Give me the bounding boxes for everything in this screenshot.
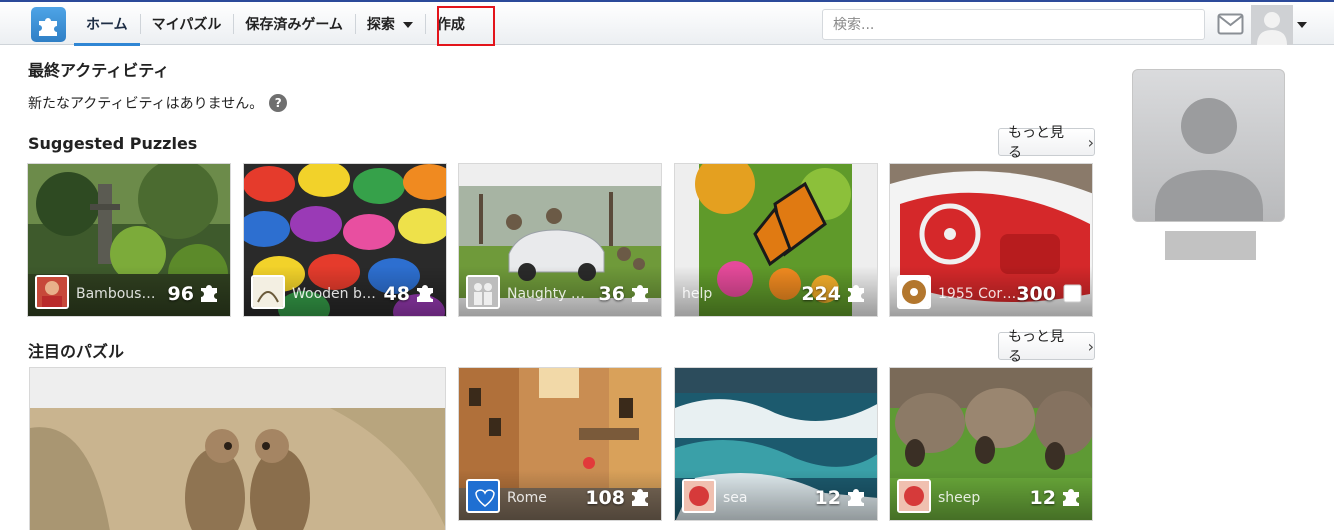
puzzle-piece-icon <box>632 285 648 302</box>
suggested-more-button[interactable]: もっと見る › <box>998 125 1095 161</box>
puzzle-piece-icon <box>848 489 864 506</box>
featured-large-card[interactable] <box>29 367 446 530</box>
piece-count: 224 <box>801 283 841 305</box>
piece-count: 12 <box>814 487 841 509</box>
recent-activity-title: 最終アクティビティ <box>28 61 170 80</box>
puzzle-piece-icon <box>1063 489 1079 506</box>
puzzle-card[interactable]: Bambouseraie 96 <box>27 163 231 317</box>
profile-name-placeholder <box>1165 231 1256 260</box>
puzzle-piece-icon <box>417 285 433 302</box>
more-button-label: もっと見る <box>1008 125 1064 161</box>
more-button-label: もっと見る <box>1008 329 1064 365</box>
nav-explore[interactable]: 探索 <box>354 2 425 45</box>
search-input[interactable] <box>822 9 1205 40</box>
puzzle-name: Naughty monkeys <box>507 286 591 302</box>
main-nav: ホーム マイパズル 保存済みゲーム 探索 作成 <box>74 2 477 46</box>
puzzle-name: Wooden beads <box>292 286 376 302</box>
puzzle-name: sheep <box>938 490 981 506</box>
puzzle-name: Bambouseraie <box>76 286 160 302</box>
featured-more-button[interactable]: もっと見る › <box>998 329 1095 365</box>
puzzle-card[interactable]: Naughty monkeys 36 <box>458 163 662 317</box>
help-icon[interactable]: ? <box>269 94 288 112</box>
puzzle-card[interactable]: help 224 <box>674 163 878 317</box>
chevron-right-icon: › <box>1087 132 1094 152</box>
puzzle-piece-icon <box>201 285 217 302</box>
puzzle-card[interactable]: sheep 12 <box>889 367 1093 521</box>
puzzle-logo-icon[interactable] <box>31 7 66 42</box>
square-piece-icon <box>1063 284 1082 303</box>
envelope-icon[interactable] <box>1217 13 1244 35</box>
creator-avatar[interactable] <box>466 479 500 513</box>
puzzle-name: 1955 Corvette <box>938 286 1022 302</box>
featured-puzzles-title: 注目のパズル <box>28 342 125 361</box>
creator-avatar[interactable] <box>466 275 500 309</box>
chevron-right-icon: › <box>1087 336 1094 356</box>
puzzle-name: sea <box>723 490 748 506</box>
chevron-down-icon <box>402 21 413 28</box>
empty-activity-text: 新たなアクティビティはありません。 <box>28 96 264 112</box>
suggested-puzzles-title: Suggested Puzzles <box>28 134 198 153</box>
profile-avatar-icon[interactable] <box>1132 69 1285 222</box>
nav-my-puzzles[interactable]: マイパズル <box>139 2 234 45</box>
creator-avatar[interactable] <box>682 479 716 513</box>
piece-count: 12 <box>1029 487 1056 509</box>
piece-count: 36 <box>598 283 625 305</box>
creator-avatar[interactable] <box>897 275 931 309</box>
puzzle-piece-icon <box>632 489 648 506</box>
puzzle-name: Rome <box>507 490 547 506</box>
create-highlight-box <box>437 6 495 46</box>
creator-avatar[interactable] <box>897 479 931 513</box>
puzzle-image <box>30 368 445 530</box>
piece-count: 48 <box>383 283 410 305</box>
puzzle-card[interactable]: Wooden beads 48 <box>243 163 447 317</box>
piece-count: 96 <box>167 283 194 305</box>
user-avatar-icon[interactable] <box>1251 5 1293 45</box>
chevron-down-icon[interactable] <box>1297 22 1307 28</box>
puzzle-card[interactable]: Rome 108 <box>458 367 662 521</box>
piece-count: 300 <box>1016 283 1056 305</box>
recent-activity-status: 新たなアクティビティはありません。 ? <box>28 93 288 113</box>
puzzle-name: help <box>682 286 713 302</box>
puzzle-card[interactable]: sea 12 <box>674 367 878 521</box>
nav-home[interactable]: ホーム <box>74 2 140 46</box>
nav-saved-games[interactable]: 保存済みゲーム <box>233 2 355 45</box>
piece-count: 108 <box>585 487 625 509</box>
puzzle-piece-icon <box>848 285 864 302</box>
creator-avatar[interactable] <box>251 275 285 309</box>
puzzle-card[interactable]: 1955 Corvette 300 <box>889 163 1093 317</box>
creator-avatar[interactable] <box>35 275 69 309</box>
top-navigation-bar: ホーム マイパズル 保存済みゲーム 探索 作成 <box>0 0 1334 46</box>
